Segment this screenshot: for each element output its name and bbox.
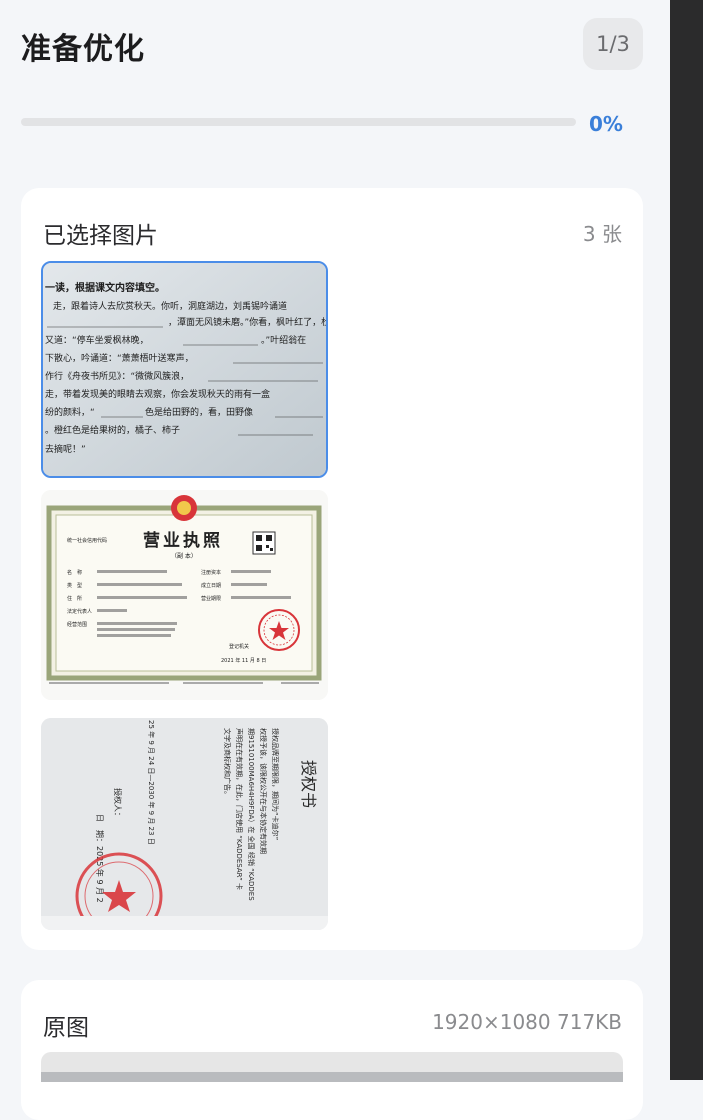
- business-license-image: 统一社会信用代码 营业执照 （副 本） 名 称 类 型 住 所 法定代表人 经营…: [41, 490, 328, 700]
- selected-images-card: 已选择图片 3 张 一读，根据课文内容填空。 走，跟着诗人去欣赏秋天。你听，洞庭…: [21, 188, 643, 950]
- license-issuer: 登记机关: [229, 643, 249, 650]
- selected-images-count: 3 张: [582, 222, 622, 246]
- letter-heading: 授权书: [299, 760, 318, 808]
- letter-line: 声明在在有效期，在此，门店使用 “KADDESAR” 卡: [235, 728, 244, 890]
- textbook-line: 作行《舟夜书所见》：“微微风簇浪，: [45, 370, 189, 382]
- original-image-card: 原图 1920×1080 717KB: [21, 980, 643, 1120]
- image-thumbnail-1[interactable]: 一读，根据课文内容填空。 走，跟着诗人去欣赏秋天。你听，洞庭湖边，刘禹锡吟诵道 …: [41, 261, 328, 478]
- license-heading: 营业执照: [143, 530, 223, 551]
- letter-line: 权授予该，该限权公开在与本协定有效期: [259, 728, 268, 854]
- textbook-line: 一读，根据课文内容填空。: [45, 281, 165, 294]
- textbook-line: 走，带着发现美的眼睛去观察，你会发现秋天的雨有一盒: [45, 388, 270, 400]
- textbook-line: ，潭面无风镜未磨。”你看，枫叶红了，杜牧: [168, 316, 326, 328]
- license-field-label: 营业期限: [201, 595, 221, 602]
- original-image-preview[interactable]: [41, 1052, 623, 1082]
- authorization-letter-image: 授权书 授权品牌至期限限，期间为“卡迪尔” 权授予该，该限权公开在与本协定有效期…: [41, 718, 328, 930]
- qr-code-icon: [252, 531, 276, 555]
- window-edge: [670, 0, 703, 1080]
- progress-bar: [21, 118, 576, 126]
- letter-line: 期91510100MA6H4H9FDA）在 全国 经销 “KADDES: [247, 728, 256, 901]
- step-indicator: 1/3: [583, 18, 643, 70]
- page-title: 准备优化: [21, 32, 145, 67]
- license-date: 2021 年 11 月 8 日: [221, 657, 266, 664]
- optimize-panel: 准备优化 1/3 0% 已选择图片 3 张 一读，根据课文内容填空。 走，跟着诗…: [0, 0, 670, 1120]
- license-field-label: 法定代表人: [67, 608, 92, 615]
- textbook-line: 去摘呢！”: [45, 443, 86, 455]
- textbook-line: 下散心，吟诵道：“萧萧梧叶送寒声，: [45, 352, 194, 364]
- letter-line: 授权品牌至期限限，期间为“卡迪尔”: [271, 728, 280, 840]
- license-code-label: 统一社会信用代码: [67, 537, 107, 544]
- textbook-line: 。”叶绍翁在: [261, 334, 306, 346]
- license-field-label: 住 所: [67, 595, 82, 602]
- textbook-line: 。橙红色是给果树的，橘子、柿子: [45, 424, 180, 436]
- license-field-label: 注册资本: [201, 569, 221, 576]
- image-thumbnail-3[interactable]: 授权书 授权品牌至期限限，期间为“卡迪尔” 权授予该，该限权公开在与本协定有效期…: [41, 718, 328, 930]
- license-field-label: 类 型: [67, 582, 82, 589]
- textbook-line: 纷的颜料，“: [45, 406, 95, 418]
- textbook-line: 走，跟着诗人去欣赏秋天。你听，洞庭湖边，刘禹锡吟诵道: [53, 300, 287, 312]
- letter-line: 授权人：: [113, 788, 123, 820]
- image-thumbnail-2[interactable]: 统一社会信用代码 营业执照 （副 本） 名 称 类 型 住 所 法定代表人 经营…: [41, 490, 328, 700]
- license-field-label: 名 称: [67, 569, 82, 576]
- progress-percent: 0%: [589, 112, 623, 136]
- license-field-label: 成立日期: [201, 582, 221, 589]
- textbook-line: 又道：“停车坐爱枫林晚，: [45, 334, 149, 346]
- letter-line: 25 年 9 月 24 日—2030 年 9 月 23 日: [147, 720, 156, 845]
- original-image-title: 原图: [43, 1015, 89, 1041]
- textbook-line: 色是给田野的，看，田野像: [145, 406, 253, 418]
- textbook-page-image: 一读，根据课文内容填空。 走，跟着诗人去欣赏秋天。你听，洞庭湖边，刘禹锡吟诵道 …: [43, 263, 326, 476]
- selected-images-title: 已选择图片: [43, 223, 158, 249]
- original-image-info: 1920×1080 717KB: [432, 1010, 622, 1034]
- license-field-label: 经营范围: [67, 621, 87, 628]
- license-subheading: （副 本）: [171, 552, 197, 560]
- letter-line: 文字及商标权和广告。: [223, 728, 232, 798]
